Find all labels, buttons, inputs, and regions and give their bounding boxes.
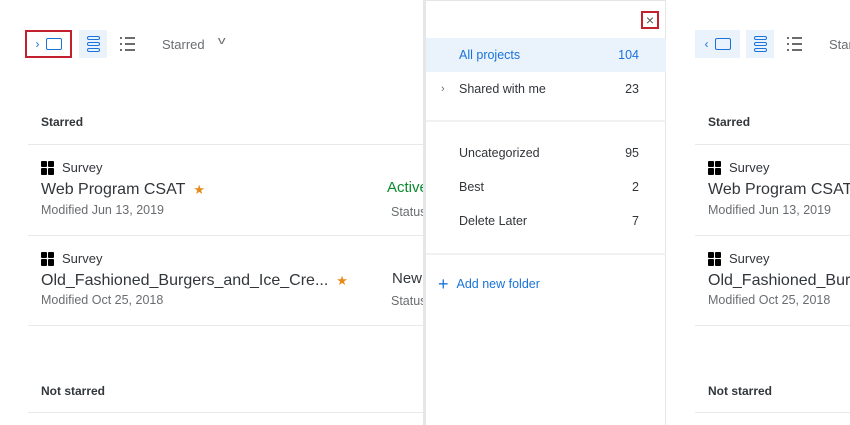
project-modified: Modified Jun 13, 2019 bbox=[41, 203, 165, 217]
project-type: Survey bbox=[729, 160, 770, 175]
folder-shared-with-me[interactable]: › Shared with me 23 bbox=[426, 72, 666, 106]
filter-dropdown[interactable]: Starred bbox=[829, 37, 850, 52]
card-view-button[interactable] bbox=[79, 30, 107, 58]
projects-view-collapsed: › Starred v Starred Survey Web Program C… bbox=[0, 0, 424, 425]
project-modified: Modified Oct 25, 2018 bbox=[708, 293, 831, 307]
chevron-down-icon[interactable]: v bbox=[218, 35, 226, 47]
project-modified: Modified Oct 25, 2018 bbox=[41, 293, 164, 307]
chevron-icon: › bbox=[35, 37, 40, 51]
folder-label: Best bbox=[459, 180, 485, 194]
divider bbox=[426, 120, 666, 122]
project-title[interactable]: Web Program CSAT bbox=[41, 181, 185, 198]
project-status: Active bbox=[387, 179, 424, 196]
folder-uncategorized[interactable]: Uncategorized 95 bbox=[426, 136, 666, 170]
divider bbox=[695, 412, 850, 413]
folder-panel-toggle[interactable]: › bbox=[25, 30, 72, 58]
list-view-button[interactable] bbox=[120, 37, 136, 51]
divider bbox=[426, 253, 666, 255]
project-type: Survey bbox=[62, 160, 103, 175]
folder-sidebar: × All projects 104 › Shared with me 23 U… bbox=[426, 0, 666, 425]
folder-icon bbox=[45, 38, 62, 50]
divider bbox=[28, 325, 424, 326]
status-label: Status bbox=[391, 205, 424, 219]
star-icon[interactable]: ★ bbox=[193, 182, 205, 197]
add-new-folder-button[interactable]: + Add new folder bbox=[438, 275, 540, 293]
folder-label: Delete Later bbox=[459, 214, 528, 228]
divider bbox=[28, 412, 424, 413]
project-type: Survey bbox=[729, 251, 770, 266]
chevron-icon: ‹ bbox=[704, 37, 709, 51]
folder-label: Uncategorized bbox=[459, 146, 540, 160]
project-title[interactable]: Web Program CSAT bbox=[708, 181, 850, 198]
divider bbox=[28, 235, 424, 236]
filter-dropdown[interactable]: Starred bbox=[162, 37, 205, 52]
section-starred: Starred bbox=[708, 115, 751, 129]
folder-count: 23 bbox=[625, 82, 639, 96]
folder-count: 7 bbox=[632, 214, 639, 228]
list-view-button[interactable] bbox=[787, 37, 803, 51]
divider bbox=[695, 144, 850, 145]
section-not-starred: Not starred bbox=[708, 384, 773, 398]
divider bbox=[695, 325, 850, 326]
survey-icon bbox=[41, 160, 55, 175]
section-not-starred: Not starred bbox=[41, 384, 106, 398]
folder-label: Shared with me bbox=[459, 82, 546, 96]
survey-icon bbox=[708, 251, 722, 266]
plus-icon: + bbox=[438, 274, 449, 294]
divider bbox=[695, 235, 850, 236]
folder-count: 2 bbox=[632, 180, 639, 194]
folder-count: 104 bbox=[618, 48, 639, 62]
close-icon[interactable]: × bbox=[641, 11, 659, 29]
folder-icon bbox=[714, 38, 731, 50]
folder-count: 95 bbox=[625, 146, 639, 160]
project-status: New bbox=[392, 270, 423, 287]
folder-delete-later[interactable]: Delete Later 7 bbox=[426, 204, 666, 238]
divider bbox=[28, 144, 424, 145]
project-type: Survey bbox=[62, 251, 103, 266]
expand-chevron-icon[interactable]: › bbox=[441, 83, 445, 95]
folder-all-projects[interactable]: All projects 104 bbox=[426, 38, 666, 72]
projects-view-expanded: ‹ Starred v Starred Survey Web Program C… bbox=[667, 0, 850, 425]
star-icon[interactable]: ★ bbox=[336, 273, 348, 288]
project-title[interactable]: Old_Fashioned_Burgers_and_Ice_Cre... bbox=[41, 272, 328, 289]
add-folder-label: Add new folder bbox=[456, 277, 540, 291]
folder-best[interactable]: Best 2 bbox=[426, 170, 666, 204]
project-modified: Modified Jun 13, 2019 bbox=[708, 203, 832, 217]
card-view-button[interactable] bbox=[746, 30, 774, 58]
section-starred: Starred bbox=[41, 115, 84, 129]
project-title[interactable]: Old_Fashioned_Burgers_and_Ice_Cre... bbox=[708, 272, 850, 289]
survey-icon bbox=[41, 251, 55, 266]
survey-icon bbox=[708, 160, 722, 175]
status-label: Status bbox=[391, 294, 424, 308]
folder-label: All projects bbox=[459, 48, 521, 62]
folder-panel-toggle[interactable]: ‹ bbox=[695, 30, 740, 58]
